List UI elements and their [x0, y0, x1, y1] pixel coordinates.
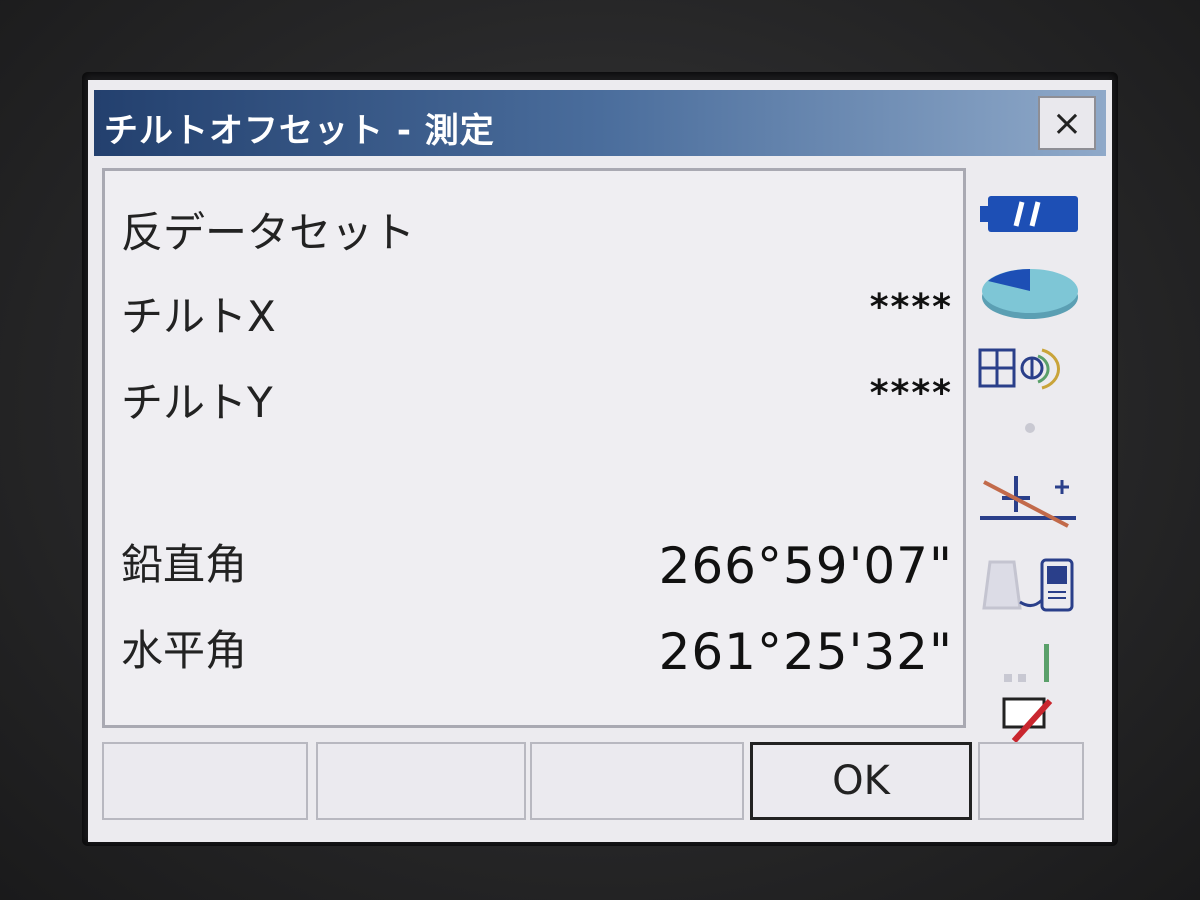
window-title: チルトオフセット - 測定 — [104, 111, 495, 151]
title-bar: チルトオフセット - 測定 × — [94, 90, 1106, 156]
softkey-bar: OK — [94, 732, 1106, 836]
softkey-1[interactable] — [102, 742, 308, 820]
level-icon[interactable] — [970, 340, 1090, 396]
horizontal-angle-label: 水平角 — [121, 626, 248, 675]
vertical-angle-label: 鉛直角 — [121, 540, 248, 589]
tilt-x-value: **** — [869, 287, 953, 328]
close-icon: × — [1051, 102, 1083, 144]
tilt-x-label: チルトX — [121, 292, 276, 341]
dot-icon — [970, 414, 1090, 442]
battery-icon[interactable] — [970, 188, 1090, 240]
display: チルトオフセット - 測定 × 反データセット チルトX **** チルトY *… — [88, 80, 1112, 842]
tilt-y-label: チルトY — [121, 378, 273, 427]
horizontal-angle-value: 261°25'32" — [658, 623, 953, 681]
vertical-angle-value: 266°59'07" — [658, 537, 953, 595]
reverse-data-set-label[interactable]: 反データセット — [121, 199, 415, 260]
softkey-2[interactable] — [316, 742, 526, 820]
status-sidebar — [970, 176, 1102, 744]
laser-plummet-icon[interactable] — [970, 466, 1090, 532]
signal-icon[interactable] — [970, 636, 1090, 686]
close-button[interactable]: × — [1038, 96, 1096, 150]
disk-icon[interactable] — [970, 262, 1090, 324]
softkey-5[interactable] — [978, 742, 1084, 820]
ok-button[interactable]: OK — [750, 742, 972, 820]
tilt-y-value: **** — [869, 373, 953, 414]
softkey-3[interactable] — [530, 742, 744, 820]
measurement-panel: 反データセット チルトX **** チルトY **** 鉛直角 266°59'0… — [102, 168, 966, 728]
device-connection-icon[interactable] — [970, 550, 1090, 620]
